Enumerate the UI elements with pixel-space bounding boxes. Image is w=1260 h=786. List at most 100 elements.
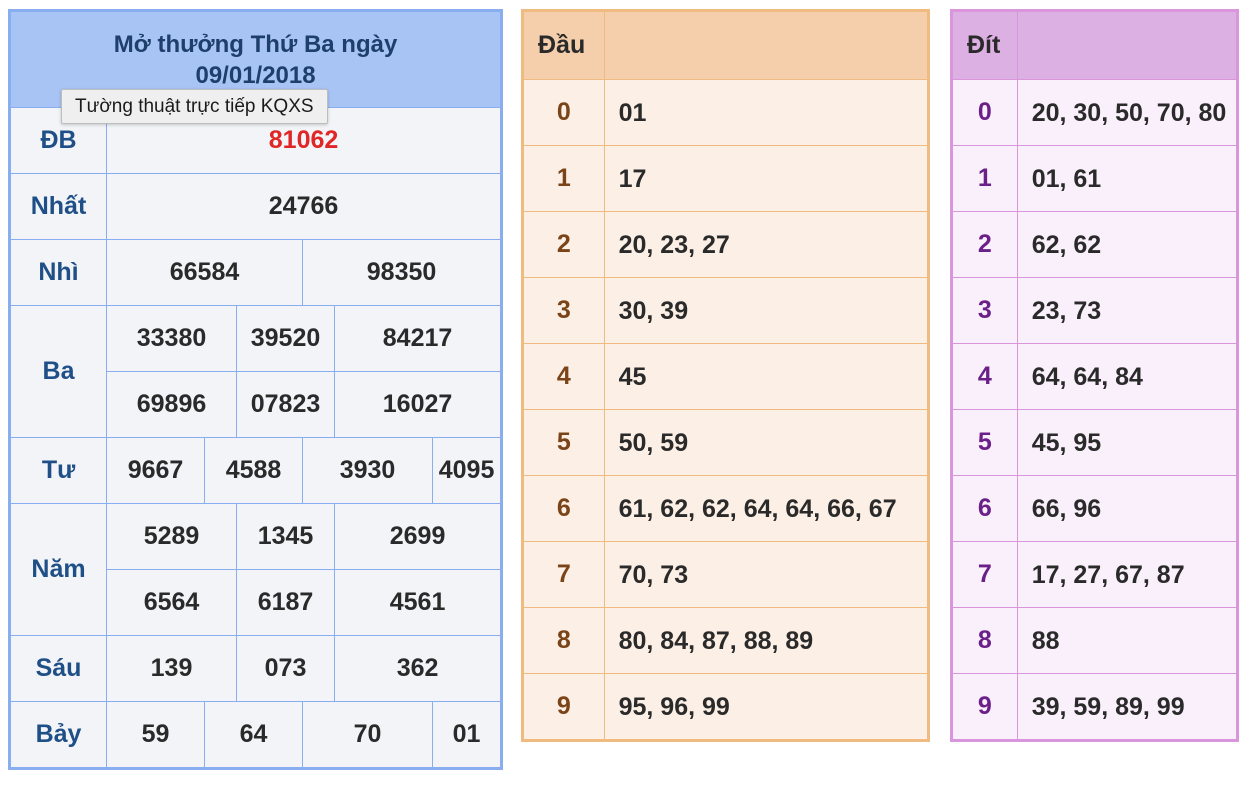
dau-table: Đầu 0 01 1 17 2 20, 23, 27 3 30, 39 4 45 5 50, 59 6 6…: [521, 9, 930, 742]
dau-values: 50, 59: [603, 409, 930, 476]
prize-nam-value: 6564: [106, 569, 237, 636]
prize-ba-value: 16027: [333, 371, 503, 438]
prize-sau-value: 139: [106, 635, 237, 702]
dau-row: 9 95, 96, 99: [522, 673, 930, 741]
dit-key: 8: [951, 607, 1018, 674]
prize-label-ba: Ba: [9, 305, 107, 438]
dit-row: 1 01, 61: [951, 145, 1239, 212]
prize-label-nhat: Nhất: [9, 173, 107, 240]
dau-row: 7 70, 73: [522, 541, 930, 608]
prize-tu-value: 3930: [302, 437, 433, 504]
dau-values: 17: [603, 145, 930, 212]
dit-values: 20, 30, 50, 70, 80: [1016, 79, 1239, 146]
dit-values: 66, 96: [1016, 475, 1239, 542]
prize-ba-value: 39520: [236, 305, 335, 372]
prize-ba-value: 33380: [106, 305, 237, 372]
dau-header-blank: [603, 10, 930, 80]
dit-key: 2: [951, 211, 1018, 278]
dau-key: 6: [522, 475, 605, 542]
dau-values: 95, 96, 99: [603, 673, 930, 741]
dau-row: 4 45: [522, 343, 930, 410]
dau-values: 30, 39: [603, 277, 930, 344]
prize-nhi-value: 98350: [301, 239, 503, 306]
dau-row: 1 17: [522, 145, 930, 212]
dau-values: 70, 73: [603, 541, 930, 608]
prize-bay-value: 70: [302, 701, 433, 769]
dit-values: 01, 61: [1016, 145, 1239, 212]
dau-row: 3 30, 39: [522, 277, 930, 344]
dau-values: 01: [603, 79, 930, 146]
prize-sau-value: 362: [333, 635, 503, 702]
prize-tu-value: 4588: [204, 437, 303, 504]
dit-row: 5 45, 95: [951, 409, 1239, 476]
dit-values: 23, 73: [1016, 277, 1239, 344]
dit-values: 17, 27, 67, 87: [1016, 541, 1239, 608]
dit-values: 64, 64, 84: [1016, 343, 1239, 410]
dau-values: 61, 62, 62, 64, 64, 66, 67: [603, 475, 930, 542]
dau-row: 8 80, 84, 87, 88, 89: [522, 607, 930, 674]
dit-values: 39, 59, 89, 99: [1016, 673, 1239, 741]
prize-label-nam: Năm: [9, 503, 107, 636]
dau-row: 0 01: [522, 79, 930, 146]
results-title-date: 09/01/2018: [195, 62, 316, 89]
prize-ba-value: 07823: [236, 371, 335, 438]
prize-label-tu: Tư: [9, 437, 107, 504]
dit-key: 3: [951, 277, 1018, 344]
dit-values: 62, 62: [1016, 211, 1239, 278]
dit-row: 2 62, 62: [951, 211, 1239, 278]
dau-key: 7: [522, 541, 605, 608]
prize-nam-value: 5289: [106, 503, 237, 570]
dit-header-blank: [1016, 10, 1239, 80]
dau-row: 5 50, 59: [522, 409, 930, 476]
dit-row: 6 66, 96: [951, 475, 1239, 542]
prize-tu-value: 4095: [431, 437, 503, 504]
dit-key: 1: [951, 145, 1018, 212]
dau-key: 1: [522, 145, 605, 212]
dit-table: Đít 0 20, 30, 50, 70, 80 1 01, 61 2 62, 62 3 23…: [950, 9, 1239, 742]
dit-row: 8 88: [951, 607, 1239, 674]
dit-key: 4: [951, 343, 1018, 410]
prize-tu-value: 9667: [106, 437, 205, 504]
dit-key: 9: [951, 673, 1018, 741]
dau-header: Đầu: [522, 10, 605, 80]
dau-key: 4: [522, 343, 605, 410]
dau-key: 8: [522, 607, 605, 674]
prize-nam-value: 2699: [333, 503, 503, 570]
dau-values: 20, 23, 27: [603, 211, 930, 278]
prize-bay-value: 01: [431, 701, 503, 769]
dit-key: 0: [951, 79, 1018, 146]
dau-row: 2 20, 23, 27: [522, 211, 930, 278]
dau-values: 45: [603, 343, 930, 410]
prize-label-sau: Sáu: [9, 635, 107, 702]
prize-bay-value: 59: [106, 701, 205, 769]
dit-key: 7: [951, 541, 1018, 608]
prize-ba-value: 84217: [333, 305, 503, 372]
dit-row: 7 17, 27, 67, 87: [951, 541, 1239, 608]
tooltip: Tường thuật trực tiếp KQXS: [61, 89, 328, 124]
dit-key: 6: [951, 475, 1018, 542]
dit-values: 88: [1016, 607, 1239, 674]
prize-nhat-value: 24766: [105, 173, 503, 240]
dit-key: 5: [951, 409, 1018, 476]
prize-nhi-value: 66584: [106, 239, 303, 306]
dit-values: 45, 95: [1016, 409, 1239, 476]
dit-row: 3 23, 73: [951, 277, 1239, 344]
prize-nam-value: 1345: [236, 503, 335, 570]
dau-key: 2: [522, 211, 605, 278]
dau-values: 80, 84, 87, 88, 89: [603, 607, 930, 674]
dau-key: 9: [522, 673, 605, 741]
dit-header: Đít: [951, 10, 1018, 80]
prize-label-nhi: Nhì: [9, 239, 107, 306]
prize-nam-value: 6187: [236, 569, 335, 636]
prize-nam-value: 4561: [333, 569, 503, 636]
dau-key: 3: [522, 277, 605, 344]
dit-row: 4 64, 64, 84: [951, 343, 1239, 410]
prize-bay-value: 64: [204, 701, 303, 769]
dit-row: 9 39, 59, 89, 99: [951, 673, 1239, 741]
prize-label-bay: Bảy: [9, 701, 107, 769]
dau-row: 6 61, 62, 62, 64, 64, 66, 67: [522, 475, 930, 542]
dau-key: 5: [522, 409, 605, 476]
dit-row: 0 20, 30, 50, 70, 80: [951, 79, 1239, 146]
prize-ba-value: 69896: [106, 371, 237, 438]
results-title-line1: Mở thưởng Thứ Ba ngày: [113, 31, 398, 58]
